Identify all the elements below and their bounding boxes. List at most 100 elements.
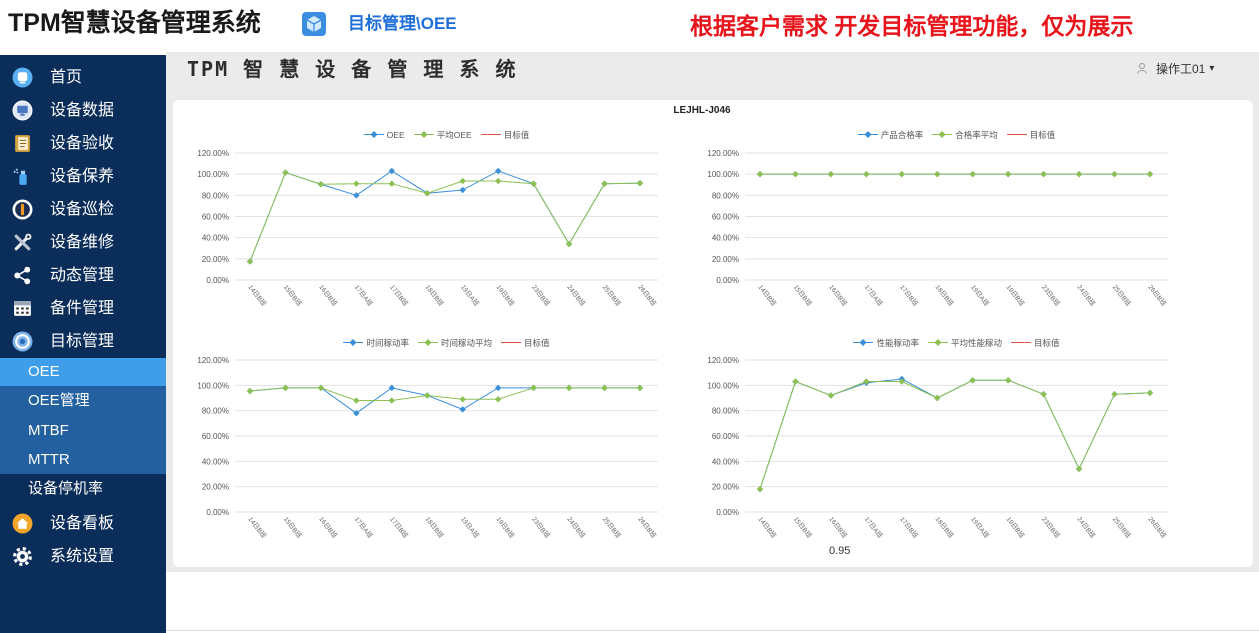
chart-oee: 0.00% 20.00% 40.00% 60.00% 80.00% 100.00% 120.…: [173, 124, 683, 324]
y-tick-label: 60.00%: [202, 213, 229, 222]
legend-item[interactable]: 产品合格率: [857, 129, 923, 141]
sidebar-subitem-mtbf[interactable]: MTBF: [0, 416, 166, 446]
sidebar-item-settings[interactable]: 系统设置: [0, 540, 166, 573]
x-tick-label: 23日B班: [1040, 283, 1063, 308]
x-tick-label: 15日B班: [282, 283, 305, 308]
sidebar-item-label: 备件管理: [50, 300, 115, 317]
legend-item[interactable]: OEE: [363, 130, 405, 140]
legend-item[interactable]: 目标值: [1011, 337, 1060, 349]
data-point[interactable]: [1146, 389, 1154, 397]
sidebar-item-dashboard[interactable]: 设备看板: [0, 507, 166, 540]
sidebar-item-label: 设备保养: [50, 168, 115, 185]
x-tick-label: 17日A班: [353, 283, 376, 308]
sidebar-subitem-oee-management[interactable]: OEE管理: [0, 386, 166, 416]
data-point[interactable]: [565, 240, 573, 248]
data-point[interactable]: [494, 396, 502, 403]
data-point[interactable]: [459, 186, 466, 194]
user-menu[interactable]: 操作工01 ▾: [1136, 60, 1214, 76]
data-point[interactable]: [792, 378, 799, 385]
data-point[interactable]: [388, 180, 395, 187]
legend-item[interactable]: 目标值: [501, 337, 550, 349]
demo-notice: 根据客户需求 开发目标管理功能，仅为展示: [690, 13, 1134, 39]
data-point[interactable]: [969, 170, 976, 178]
data-point[interactable]: [1075, 465, 1083, 473]
chart-plot-quality-rate: 0.00% 20.00% 40.00% 60.00% 80.00% 100.00% 120.…: [707, 149, 1168, 308]
data-point[interactable]: [1040, 170, 1047, 178]
data-point[interactable]: [863, 170, 870, 178]
sidebar-subitem-downtime-rate[interactable]: 设备停机率: [0, 474, 166, 504]
legend-item[interactable]: 时间稼动率: [343, 337, 409, 349]
data-point[interactable]: [1040, 391, 1047, 398]
page-title: TPM 智 慧 设 备 管 理 系 统: [187, 57, 518, 81]
chart-plot-availability: 0.00% 20.00% 40.00% 60.00% 80.00% 100.00% 120.…: [197, 356, 658, 540]
data-point[interactable]: [1004, 170, 1012, 178]
data-point[interactable]: [1111, 170, 1118, 178]
sidebar-item-repair[interactable]: 设备维修: [0, 226, 166, 259]
data-point[interactable]: [756, 170, 764, 178]
data-point[interactable]: [353, 180, 360, 187]
legend-item[interactable]: 目标值: [1006, 129, 1055, 141]
sidebar-item-inspection[interactable]: 设备巡检: [0, 193, 166, 226]
legend-marker: [853, 339, 874, 346]
sidebar-subitem-oee[interactable]: OEE: [0, 358, 166, 386]
data-point[interactable]: [494, 177, 502, 185]
data-point[interactable]: [494, 167, 502, 175]
legend-marker: [363, 131, 384, 138]
home-icon: [12, 67, 33, 88]
data-point[interactable]: [1004, 377, 1012, 384]
legend-item[interactable]: 平均OEE: [413, 129, 472, 141]
data-point[interactable]: [1075, 170, 1083, 178]
sidebar-item-target-management[interactable]: 目标管理: [0, 325, 166, 358]
data-point[interactable]: [969, 377, 976, 384]
data-point[interactable]: [792, 170, 799, 178]
chevron-down-icon: ▾: [1209, 62, 1215, 74]
data-point[interactable]: [282, 169, 289, 176]
data-point[interactable]: [459, 406, 466, 413]
data-point[interactable]: [636, 179, 644, 187]
data-point[interactable]: [934, 394, 941, 402]
data-point[interactable]: [934, 170, 941, 178]
card-title: LEJHL-J046: [673, 105, 731, 116]
legend-marker: [932, 131, 953, 138]
legend-item[interactable]: 合格率平均: [932, 129, 998, 141]
sidebar-item-spare-parts[interactable]: 备件管理: [0, 292, 166, 325]
data-point[interactable]: [601, 180, 608, 187]
legend-item[interactable]: 时间稼动平均: [417, 337, 492, 349]
sidebar-item-acceptance[interactable]: 设备验收: [0, 127, 166, 160]
data-point[interactable]: [530, 180, 537, 187]
data-point[interactable]: [1111, 391, 1118, 398]
data-point[interactable]: [459, 396, 466, 403]
data-point[interactable]: [388, 397, 395, 404]
data-point[interactable]: [353, 397, 360, 404]
tools-icon: [12, 232, 33, 253]
legend-item[interactable]: 目标值: [480, 129, 529, 141]
data-point[interactable]: [388, 167, 395, 175]
sidebar-item-equipment-data[interactable]: 设备数据: [0, 94, 166, 127]
data-point[interactable]: [317, 181, 325, 188]
sidebar-item-maintenance[interactable]: 设备保养: [0, 160, 166, 193]
x-tick-label: 14日B班: [756, 283, 779, 308]
sidebar-item-home[interactable]: 首页: [0, 61, 166, 94]
x-tick-label: 14日B班: [756, 515, 779, 540]
data-point[interactable]: [1146, 170, 1154, 178]
data-point[interactable]: [827, 392, 835, 399]
legend-item[interactable]: 性能稼动率: [853, 337, 919, 349]
data-point[interactable]: [424, 392, 431, 399]
data-point[interactable]: [827, 170, 835, 178]
data-point[interactable]: [898, 170, 905, 178]
sidebar-subitem-mttr[interactable]: MTTR: [0, 446, 166, 474]
data-point[interactable]: [353, 192, 360, 199]
series-line: [249, 171, 640, 262]
series-line: [249, 387, 640, 414]
sidebar-item-dynamic[interactable]: 动态管理: [0, 259, 166, 292]
y-tick-label: 120.00%: [197, 356, 229, 365]
data-point[interactable]: [459, 177, 466, 185]
x-tick-label: 17日B班: [388, 515, 411, 540]
y-tick-label: 0.00%: [716, 276, 739, 285]
legend-marker: [1006, 134, 1027, 135]
x-tick-label: 18日B班: [934, 515, 957, 540]
y-tick-label: 20.00%: [712, 255, 739, 264]
legend-item[interactable]: 平均性能稼动: [927, 337, 1002, 349]
data-point[interactable]: [246, 387, 254, 395]
legend-label: 性能稼动率: [876, 337, 919, 348]
